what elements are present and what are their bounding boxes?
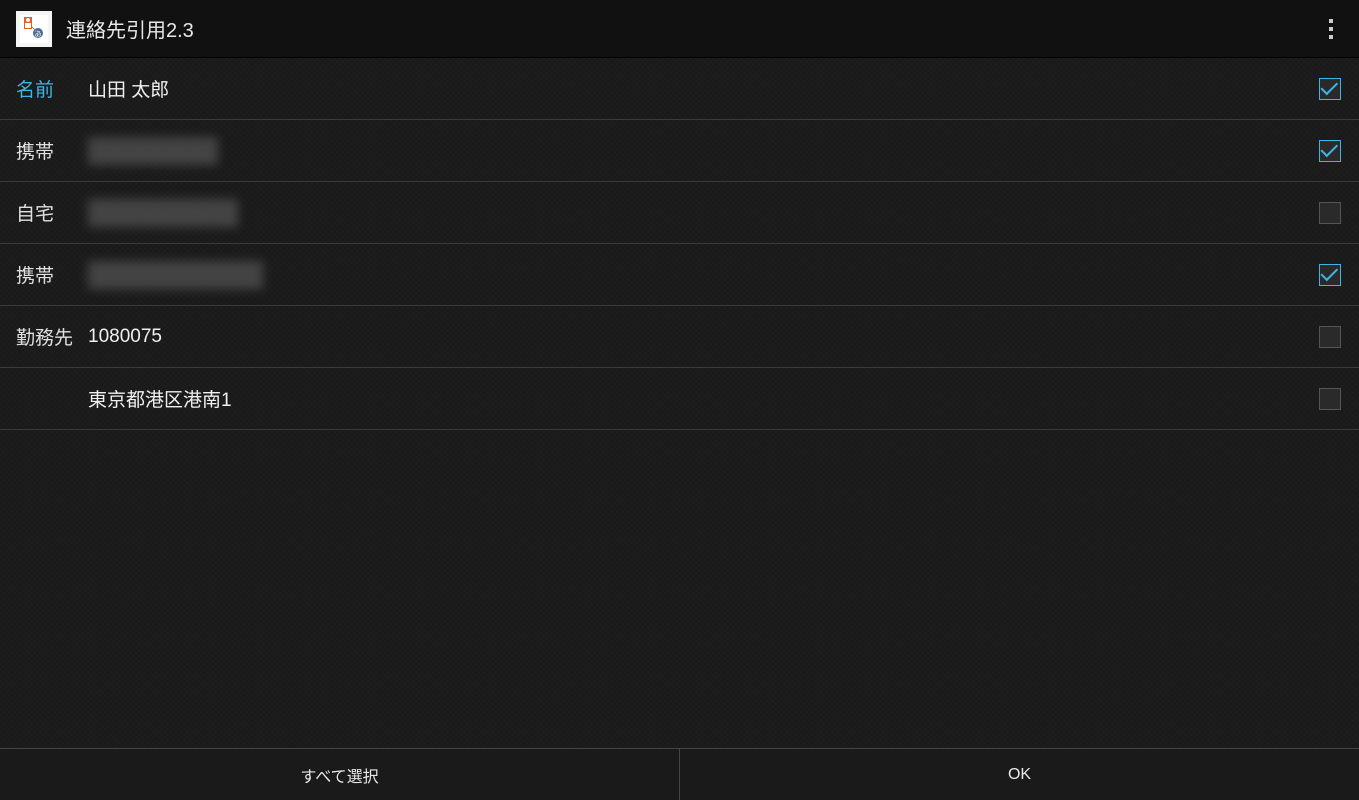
list-item[interactable]: 携帯 xyxy=(0,244,1359,306)
field-label-mobile2: 携帯 xyxy=(16,261,84,288)
checkbox-mobile2[interactable] xyxy=(1319,264,1341,286)
list-item[interactable]: 自宅 xyxy=(0,182,1359,244)
list-item[interactable]: 勤務先 1080075 xyxy=(0,306,1359,368)
field-label-home: 自宅 xyxy=(16,199,84,226)
list-item[interactable]: 東京都港区港南1 xyxy=(0,368,1359,430)
checkbox-work-postal[interactable] xyxy=(1319,326,1341,348)
bottom-bar: すべて選択 OK xyxy=(0,748,1359,800)
field-value-name: 山田 太郎 xyxy=(88,75,169,102)
list-item[interactable]: 携帯 xyxy=(0,120,1359,182)
list-item[interactable]: 名前 山田 太郎 xyxy=(0,58,1359,120)
field-label-name: 名前 xyxy=(16,75,84,102)
select-all-button[interactable]: すべて選択 xyxy=(0,749,680,800)
field-value-home-redacted xyxy=(88,199,238,227)
app-header: あ 連絡先引用2.3 xyxy=(0,0,1359,58)
field-value-mobile-redacted xyxy=(88,137,218,165)
field-label-work: 勤務先 xyxy=(16,323,84,350)
field-label-mobile: 携帯 xyxy=(16,137,84,164)
checkbox-home[interactable] xyxy=(1319,202,1341,224)
field-value-work-address: 東京都港区港南1 xyxy=(88,385,232,412)
field-value-work-postal: 1080075 xyxy=(88,326,162,348)
ok-button[interactable]: OK xyxy=(680,749,1359,800)
field-value-mobile2-redacted xyxy=(88,261,263,289)
overflow-menu-icon[interactable] xyxy=(1319,9,1343,49)
checkbox-mobile[interactable] xyxy=(1319,140,1341,162)
app-title: 連絡先引用2.3 xyxy=(66,14,194,43)
contact-fields-list: 名前 山田 太郎 携帯 自宅 携帯 勤務先 1080075 東京都港区港南1 xyxy=(0,58,1359,748)
checkbox-work-address[interactable] xyxy=(1319,388,1341,410)
checkbox-name[interactable] xyxy=(1319,78,1341,100)
app-icon: あ xyxy=(16,11,52,47)
